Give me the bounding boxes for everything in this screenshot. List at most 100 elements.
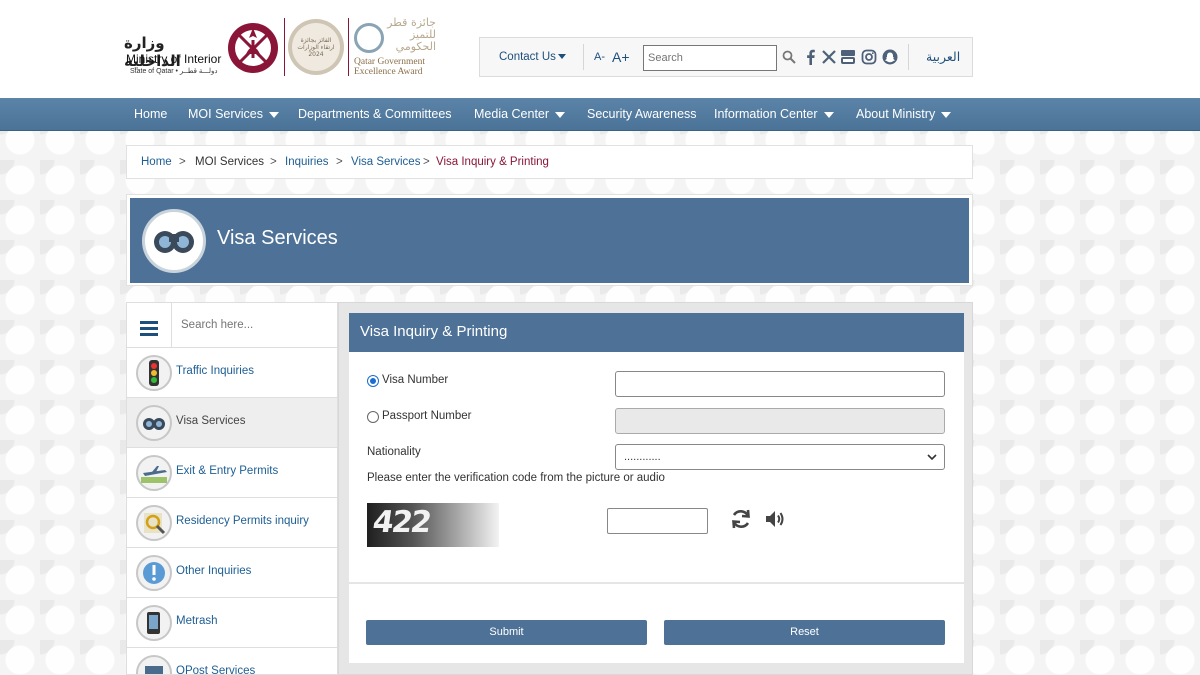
contact-us-dropdown[interactable]: Contact Us xyxy=(499,51,566,63)
breadcrumb-current: Visa Inquiry & Printing xyxy=(436,156,549,168)
breadcrumb-separator: > xyxy=(423,156,430,168)
sidebar-item-metrash[interactable]: Metrash xyxy=(127,598,337,648)
sidebar-item-other-inquiries[interactable]: Other Inquiries xyxy=(127,548,337,598)
youtube-icon[interactable] xyxy=(840,49,856,65)
x-icon[interactable] xyxy=(821,49,837,65)
sidebar-header xyxy=(127,303,337,348)
hamburger-line xyxy=(140,327,158,330)
utility-divider xyxy=(908,44,909,70)
nav-item-information-center[interactable]: Information Center xyxy=(714,98,834,131)
award-arabic-text: جائزة قطر للتميز الحكومي xyxy=(387,17,436,53)
visa-number-input[interactable] xyxy=(615,371,945,397)
sidebar-item-visa-services[interactable]: Visa Services xyxy=(127,398,337,448)
hamburger-line xyxy=(140,321,158,324)
nav-item-departments[interactable]: Departments & Committees xyxy=(298,98,452,131)
snapchat-icon[interactable] xyxy=(882,49,898,65)
chevron-down-icon xyxy=(927,454,937,461)
nav-item-label: MOI Services xyxy=(188,107,264,121)
menu-toggle-button[interactable] xyxy=(127,303,172,348)
breadcrumb-separator: > xyxy=(270,156,277,168)
sidebar-item-label: Metrash xyxy=(176,615,218,627)
font-increase-button[interactable]: A+ xyxy=(612,49,630,65)
award-english-line2: Excellence Award xyxy=(354,67,423,77)
facebook-icon[interactable] xyxy=(803,49,819,65)
nav-item-about-ministry[interactable]: About Ministry xyxy=(856,98,952,131)
caret-down-icon xyxy=(941,111,952,118)
site-search-input[interactable] xyxy=(643,45,777,71)
sidebar-item-exit-entry-permits[interactable]: Exit & Entry Permits xyxy=(127,448,337,498)
verification-prompt: Please enter the verification code from … xyxy=(367,472,665,484)
instagram-icon[interactable] xyxy=(861,49,877,65)
nav-item-security-awareness[interactable]: Security Awareness xyxy=(587,98,697,131)
visa-inquiry-panel: Visa Inquiry & Printing Visa Number Pass… xyxy=(338,302,973,675)
sidebar-item-label: Exit & Entry Permits xyxy=(176,465,279,477)
breadcrumb-inquiries[interactable]: Inquiries xyxy=(285,156,328,168)
breadcrumb-home[interactable]: Home xyxy=(141,156,172,168)
visa-inquiry-form: Visa Number Passport Number Nationality … xyxy=(349,352,964,582)
header-divider xyxy=(284,18,285,76)
breadcrumb-visa-services[interactable]: Visa Services xyxy=(351,156,420,168)
page-title: Visa Services xyxy=(217,227,338,249)
visa-number-radio[interactable] xyxy=(367,375,379,387)
language-switch-link[interactable]: العربية xyxy=(926,49,960,64)
moi-logo-english: Ministry of Interior xyxy=(126,52,222,66)
page-banner: Visa Services xyxy=(126,194,973,286)
sidebar-item-label: QPost Services xyxy=(176,665,256,675)
nav-item-label: Media Center xyxy=(474,107,550,121)
site-header: وزارة الداخلية Ministry of Interior Stat… xyxy=(0,0,1200,98)
traffic-light-icon xyxy=(136,355,172,391)
nationality-label: Nationality xyxy=(367,446,421,458)
reset-button[interactable]: Reset xyxy=(664,620,945,645)
refresh-icon[interactable] xyxy=(729,507,753,531)
sidebar-item-label: Other Inquiries xyxy=(176,565,252,577)
passport-number-input[interactable] xyxy=(615,408,945,434)
sidebar-item-residency-permits[interactable]: Residency Permits inquiry xyxy=(127,498,337,548)
qpost-icon xyxy=(136,655,172,674)
contact-us-label: Contact Us xyxy=(499,51,556,63)
moi-logo-sub: State of Qatar • دولـــة قطــر xyxy=(130,68,218,75)
captcha-input[interactable] xyxy=(607,508,708,534)
nationality-select[interactable]: ............ xyxy=(615,444,945,470)
breadcrumb-separator: > xyxy=(179,156,186,168)
sidebar: Traffic Inquiries Visa Services Exit & E… xyxy=(126,302,338,675)
moi-logo[interactable]: وزارة الداخلية Ministry of Interior Stat… xyxy=(124,32,224,80)
nav-item-label: Security Awareness xyxy=(587,107,697,121)
mobile-phone-icon xyxy=(136,605,172,641)
award-arabic-line: الحكومي xyxy=(395,40,436,53)
magnifier-icon xyxy=(136,505,172,541)
award-badge-text: الفائز بجائزة ارتقاء الوزارات 2024 xyxy=(297,37,335,58)
nav-item-home[interactable]: Home xyxy=(134,98,167,131)
award-badge: الفائز بجائزة ارتقاء الوزارات 2024 xyxy=(288,19,344,75)
submit-button[interactable]: Submit xyxy=(366,620,647,645)
sidebar-search-input[interactable] xyxy=(173,303,337,347)
excellence-award-logo: جائزة قطر للتميز الحكومي Qatar Governmen… xyxy=(352,17,438,79)
sidebar-item-label: Traffic Inquiries xyxy=(176,365,254,377)
panel-header: Visa Inquiry & Printing xyxy=(349,313,964,352)
utility-bar: Contact Us A- A+ العربية xyxy=(479,37,973,77)
exclamation-icon xyxy=(136,555,172,591)
font-decrease-button[interactable]: A- xyxy=(594,51,605,63)
captcha-text: 422 xyxy=(370,505,433,540)
utility-divider xyxy=(583,44,584,70)
breadcrumb: Home > MOI Services > Inquiries > Visa S… xyxy=(126,145,973,179)
sidebar-item-traffic-inquiries[interactable]: Traffic Inquiries xyxy=(127,348,337,398)
speaker-icon[interactable] xyxy=(763,507,787,531)
panel-title: Visa Inquiry & Printing xyxy=(360,323,508,340)
form-actions: Submit Reset xyxy=(349,583,964,663)
main-nav: Home MOI Services Departments & Committe… xyxy=(0,98,1200,131)
airplane-icon xyxy=(136,455,172,491)
breadcrumb-moi-services: MOI Services xyxy=(195,156,265,168)
nav-item-label: Home xyxy=(134,107,168,121)
search-icon[interactable] xyxy=(782,50,796,64)
nav-item-moi-services[interactable]: MOI Services xyxy=(188,98,280,131)
award-english-line1: Qatar Government xyxy=(354,57,425,67)
visa-number-label: Visa Number xyxy=(382,374,449,386)
sidebar-item-qpost-services[interactable]: QPost Services xyxy=(127,648,337,675)
caret-down-icon xyxy=(555,111,566,118)
captcha-image: 422 xyxy=(367,503,499,547)
nationality-selected-value: ............ xyxy=(624,451,661,463)
sidebar-item-label: Residency Permits inquiry xyxy=(176,515,309,527)
nav-item-media-center[interactable]: Media Center xyxy=(474,98,566,131)
passport-number-radio[interactable] xyxy=(367,411,379,423)
caret-down-icon xyxy=(269,111,280,118)
